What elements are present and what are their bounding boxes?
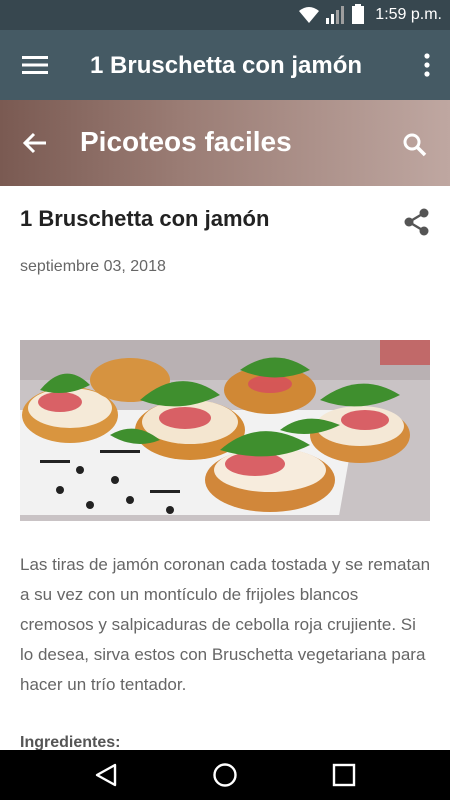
arrow-back-icon[interactable] [22, 130, 48, 156]
status-icons [298, 4, 364, 24]
signal-icon [326, 6, 344, 24]
app-bar-title: 1 Bruschetta con jamón [90, 52, 363, 79]
system-nav-bar [0, 750, 450, 800]
post-image[interactable] [20, 340, 430, 521]
ingredients-heading: Ingredientes: [20, 734, 121, 750]
post-body: Las tiras de jamón coronan cada tostada … [20, 555, 431, 694]
back-triangle-icon[interactable] [93, 762, 119, 788]
post-content: 1 Bruschetta con jamón septiembre 03, 20… [0, 186, 450, 750]
hamburger-menu-icon[interactable] [22, 54, 48, 76]
status-bar: 1:59 p.m. [0, 0, 450, 30]
share-icon[interactable] [404, 208, 430, 236]
post-date: septiembre 03, 2018 [20, 258, 166, 275]
search-icon[interactable] [402, 132, 428, 158]
home-circle-icon[interactable] [212, 762, 238, 788]
blog-title: Picoteos faciles [80, 126, 292, 157]
app-bar: 1 Bruschetta con jamón [0, 30, 450, 100]
bruschetta-photo [20, 340, 430, 521]
more-vertical-icon[interactable] [422, 52, 432, 78]
post-title: 1 Bruschetta con jamón [20, 206, 270, 231]
wifi-icon [299, 7, 319, 23]
recents-square-icon[interactable] [331, 762, 357, 788]
battery-icon [352, 4, 364, 24]
status-time: 1:59 p.m. [375, 6, 442, 23]
blog-header: Picoteos faciles [0, 100, 450, 186]
